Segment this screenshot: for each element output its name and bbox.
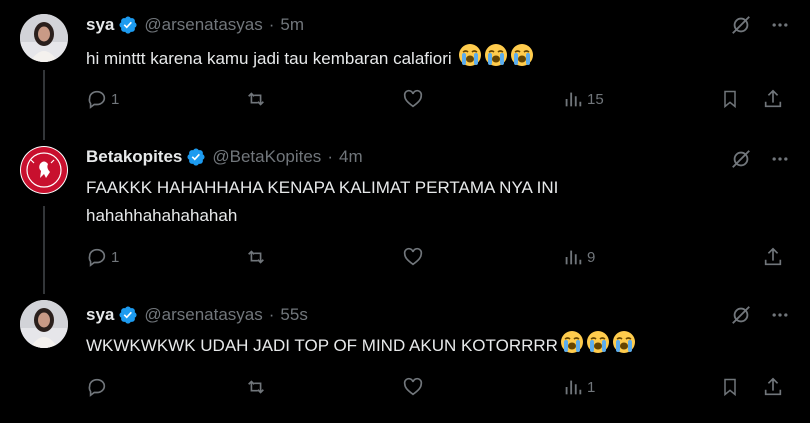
views-chart-icon xyxy=(562,88,584,110)
tweet[interactable]: Betakopites @BetaKopites · 4m FAAKKK HAH… xyxy=(0,140,810,290)
like-button[interactable] xyxy=(402,246,424,268)
repost-button[interactable] xyxy=(244,88,268,110)
tweet-text-content: hi minttt karena kamu jadi tau kembaran … xyxy=(86,48,452,68)
verified-badge-icon xyxy=(186,147,206,167)
reply-count: 1 xyxy=(111,248,120,266)
views-chart-icon xyxy=(562,376,584,398)
loudly-crying-face-icon xyxy=(510,43,534,76)
bookmark-icon xyxy=(720,88,740,110)
reply-count: 1 xyxy=(111,90,120,108)
verified-badge-icon xyxy=(118,305,138,325)
more-options-icon[interactable] xyxy=(770,149,790,169)
views-chart-icon xyxy=(562,246,584,268)
separator-dot: · xyxy=(268,15,275,34)
reply-icon xyxy=(86,246,108,268)
reply-icon xyxy=(86,376,108,398)
views-button[interactable]: 15 xyxy=(562,88,604,110)
share-button[interactable] xyxy=(762,88,784,110)
loudly-crying-face-icon xyxy=(612,330,636,363)
handle[interactable]: @BetaKopites xyxy=(212,147,321,167)
more-options-icon[interactable] xyxy=(770,15,790,35)
more-options-icon[interactable] xyxy=(770,305,790,325)
like-button[interactable] xyxy=(402,376,424,398)
share-button[interactable] xyxy=(762,246,784,268)
timestamp[interactable]: 55s xyxy=(280,305,307,325)
display-name[interactable]: Betakopites xyxy=(86,147,182,167)
handle[interactable]: @arsenatasyas xyxy=(144,305,262,325)
repost-icon xyxy=(244,376,268,398)
repost-icon xyxy=(244,88,268,110)
bookmark-button[interactable] xyxy=(720,88,740,110)
repost-button[interactable] xyxy=(244,246,268,268)
tweet-text-line: hahahhahahahahah xyxy=(86,206,238,225)
tweet-text: FAAKKK HAHAHHAHA KENAPA KALIMAT PERTAMA … xyxy=(86,174,736,230)
views-count: 15 xyxy=(587,90,604,108)
reply-icon xyxy=(86,88,108,110)
verified-badge-icon xyxy=(118,15,138,35)
loudly-crying-face-icon xyxy=(586,330,610,363)
separator-dot: · xyxy=(327,147,333,166)
like-button[interactable] xyxy=(402,88,424,110)
loudly-crying-face-icon xyxy=(560,330,584,363)
bookmark-icon xyxy=(720,376,740,398)
repost-button[interactable] xyxy=(244,376,268,398)
tweet-text: WKWKWKWK UDAH JADI TOP OF MIND AKUN KOTO… xyxy=(86,330,736,363)
grok-icon[interactable] xyxy=(730,304,752,326)
timestamp[interactable]: 4m xyxy=(339,147,363,167)
handle[interactable]: @arsenatasyas xyxy=(144,15,262,35)
heart-icon xyxy=(402,88,424,110)
avatar[interactable] xyxy=(20,146,68,194)
tweet[interactable]: sya @arsenatasyas · 5m hi minttt karena … xyxy=(0,0,810,125)
reply-button[interactable]: 1 xyxy=(86,246,119,268)
loudly-crying-face-icon xyxy=(484,43,508,76)
avatar[interactable] xyxy=(20,300,68,348)
repost-icon xyxy=(244,246,268,268)
loudly-crying-face-icon xyxy=(458,43,482,76)
reply-button[interactable]: 1 xyxy=(86,88,119,110)
share-icon xyxy=(762,246,784,268)
tweet[interactable]: sya @arsenatasyas · 55s WKWKWKWK UDAH JA… xyxy=(0,296,810,423)
share-button[interactable] xyxy=(762,376,784,398)
display-name[interactable]: sya xyxy=(86,305,114,325)
reply-button[interactable] xyxy=(86,376,108,398)
grok-icon[interactable] xyxy=(730,148,752,170)
share-icon xyxy=(762,88,784,110)
timestamp[interactable]: 5m xyxy=(280,15,304,35)
bookmark-button[interactable] xyxy=(720,376,740,398)
heart-icon xyxy=(402,246,424,268)
separator-dot: · xyxy=(268,305,275,324)
tweet-text: hi minttt karena kamu jadi tau kembaran … xyxy=(86,43,736,76)
views-button[interactable]: 9 xyxy=(562,246,595,268)
avatar[interactable] xyxy=(20,14,68,62)
display-name[interactable]: sya xyxy=(86,15,114,35)
views-button[interactable]: 1 xyxy=(562,376,595,398)
views-count: 9 xyxy=(587,248,596,266)
heart-icon xyxy=(402,376,424,398)
grok-icon[interactable] xyxy=(730,14,752,36)
tweet-text-content: WKWKWKWK UDAH JADI TOP OF MIND AKUN KOTO… xyxy=(86,335,558,355)
share-icon xyxy=(762,376,784,398)
views-count: 1 xyxy=(587,378,596,396)
tweet-text-line: FAAKKK HAHAHHAHA KENAPA KALIMAT PERTAMA … xyxy=(86,178,559,197)
